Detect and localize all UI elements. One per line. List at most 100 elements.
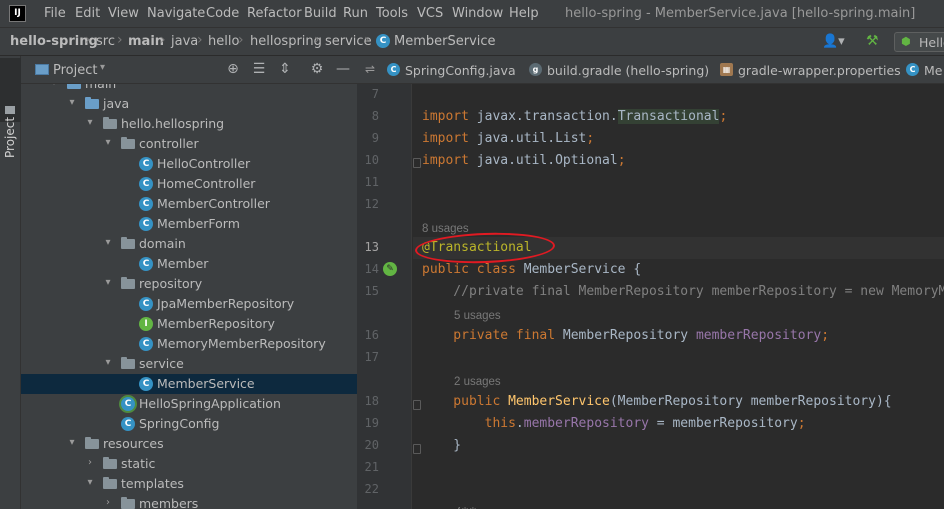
breadcrumb-src[interactable]: src bbox=[96, 34, 115, 49]
tree-item-label: service bbox=[139, 356, 184, 371]
code-line: import javax.transaction.Transactional; bbox=[422, 109, 727, 124]
menu-vcs[interactable]: VCS bbox=[417, 6, 443, 21]
tree-item-java[interactable]: ▾ java bbox=[21, 94, 357, 114]
tree-item-memberrepository[interactable]: I MemberRepository bbox=[21, 314, 357, 334]
chevron-down-icon[interactable]: ▾ bbox=[100, 62, 105, 73]
line-number[interactable]: 9 bbox=[357, 131, 379, 145]
tree-item-domain[interactable]: ▾ domain bbox=[21, 234, 357, 254]
tree-item-repository[interactable]: ▾ repository bbox=[21, 274, 357, 294]
spring-app-icon: ⬢ bbox=[901, 35, 911, 48]
menu-tools[interactable]: Tools bbox=[376, 6, 408, 21]
line-number[interactable]: 12 bbox=[357, 197, 379, 211]
project-view-title[interactable]: Project bbox=[53, 63, 97, 78]
tree-item-service[interactable]: ▾ service bbox=[21, 354, 357, 374]
code-line: public class MemberService { bbox=[422, 262, 641, 277]
line-number[interactable]: 17 bbox=[357, 350, 379, 364]
tree-item-hello-hellospring[interactable]: ▾ hello.hellospring bbox=[21, 114, 357, 134]
breadcrumb-memberservice[interactable]: MemberService bbox=[394, 34, 496, 49]
chevron-down-icon[interactable]: ▾ bbox=[103, 357, 113, 368]
line-number[interactable]: 10 bbox=[357, 153, 379, 167]
line-number[interactable]: 13 bbox=[357, 240, 379, 254]
line-number[interactable]: 14 bbox=[357, 262, 379, 276]
run-config-selector[interactable]: ⬢ Hello bbox=[894, 32, 944, 52]
line-number[interactable]: 20 bbox=[357, 438, 379, 452]
line-number[interactable]: 22 bbox=[357, 482, 379, 496]
menu-window[interactable]: Window bbox=[452, 6, 503, 21]
fold-marker-icon[interactable] bbox=[413, 400, 421, 410]
spring-bean-gutter-icon[interactable]: ✎ bbox=[383, 262, 397, 276]
breadcrumb-hellospring[interactable]: hellospring bbox=[250, 34, 322, 49]
code-line: public MemberService(MemberRepository me… bbox=[422, 394, 891, 409]
run-config-label: Hello bbox=[919, 35, 944, 50]
menu-run[interactable]: Run bbox=[343, 6, 368, 21]
line-number[interactable]: 11 bbox=[357, 175, 379, 189]
fold-marker-icon[interactable] bbox=[413, 158, 421, 168]
line-number[interactable]: 18 bbox=[357, 394, 379, 408]
tree-item-hellospringapplication[interactable]: C HelloSpringApplication bbox=[21, 394, 357, 414]
editor-tab[interactable]: ▦ gradle-wrapper.properties bbox=[720, 56, 906, 84]
collapse-all-icon[interactable]: ☰ bbox=[251, 61, 267, 77]
tree-item-springconfig[interactable]: C SpringConfig bbox=[21, 414, 357, 434]
gear-icon[interactable]: ⚙ bbox=[309, 61, 325, 77]
line-number[interactable]: 7 bbox=[357, 87, 379, 101]
menu-navigate[interactable]: Navigate bbox=[147, 6, 205, 21]
build-hammer-icon[interactable]: ⚒ bbox=[866, 33, 879, 49]
tree-item-member[interactable]: C Member bbox=[21, 254, 357, 274]
minimize-icon[interactable]: — bbox=[335, 61, 351, 77]
tree-item-controller[interactable]: ▾ controller bbox=[21, 134, 357, 154]
usages-hint[interactable]: 5 usages bbox=[454, 310, 501, 322]
locate-target-icon[interactable]: ⊕ bbox=[225, 61, 241, 77]
chevron-down-icon[interactable]: ▾ bbox=[49, 84, 59, 88]
editor-tab[interactable]: g build.gradle (hello-spring) bbox=[529, 56, 720, 84]
line-number[interactable]: 19 bbox=[357, 416, 379, 430]
tree-item-label: HomeController bbox=[157, 176, 256, 191]
menu-edit[interactable]: Edit bbox=[75, 6, 100, 21]
tree-item-templates[interactable]: ▾ templates bbox=[21, 474, 357, 494]
chevron-down-icon[interactable]: ▾ bbox=[85, 117, 95, 128]
chevron-down-icon[interactable]: ▾ bbox=[85, 477, 95, 488]
chevron-right-icon[interactable]: › bbox=[85, 457, 95, 468]
tree-item-memberservice[interactable]: C MemberService bbox=[21, 374, 357, 394]
tree-item-membercontroller[interactable]: C MemberController bbox=[21, 194, 357, 214]
code-editor[interactable]: 7 8 9 10 11 12 13 14 15 16 17 18 19 20 21 22 import jav… bbox=[357, 84, 944, 509]
editor-tab[interactable]: C SpringConfig.java bbox=[387, 56, 529, 84]
expand-all-icon[interactable]: ⇕ bbox=[277, 61, 293, 77]
fold-marker-icon[interactable] bbox=[413, 444, 421, 454]
editor-tab-label: build.gradle (hello-spring) bbox=[547, 63, 710, 78]
menu-help[interactable]: Help bbox=[509, 6, 539, 21]
user-icon[interactable]: 👤▾ bbox=[822, 34, 845, 49]
chevron-down-icon[interactable]: ▾ bbox=[103, 137, 113, 148]
code-token: private final bbox=[422, 328, 563, 343]
usages-hint[interactable]: 8 usages bbox=[422, 223, 469, 235]
menu-refactor[interactable]: Refactor bbox=[247, 6, 302, 21]
tree-item-jpamemberrepository[interactable]: C JpaMemberRepository bbox=[21, 294, 357, 314]
breadcrumb-java[interactable]: java bbox=[171, 34, 198, 49]
breadcrumb-main[interactable]: main bbox=[128, 34, 164, 49]
breadcrumb-hello[interactable]: hello bbox=[208, 34, 239, 49]
line-number[interactable]: 15 bbox=[357, 284, 379, 298]
tree-item-hellocontroller[interactable]: C HelloController bbox=[21, 154, 357, 174]
tree-item-memberform[interactable]: C MemberForm bbox=[21, 214, 357, 234]
menu-view[interactable]: View bbox=[108, 6, 139, 21]
chevron-down-icon[interactable]: ▾ bbox=[103, 237, 113, 248]
tree-item-memorymemberrepository[interactable]: C MemoryMemberRepository bbox=[21, 334, 357, 354]
project-tool-window-tab[interactable]: Project bbox=[0, 58, 21, 158]
usages-hint[interactable]: 2 usages bbox=[454, 376, 501, 388]
tree-item-static[interactable]: › static bbox=[21, 454, 357, 474]
tree-item-resources[interactable]: ▾ resources bbox=[21, 434, 357, 454]
line-number[interactable]: 21 bbox=[357, 460, 379, 474]
tree-item-main[interactable]: ▾ main bbox=[21, 84, 357, 94]
menu-file[interactable]: File bbox=[44, 6, 66, 21]
chevron-right-icon[interactable]: › bbox=[103, 497, 113, 508]
chevron-down-icon[interactable]: ▾ bbox=[67, 437, 77, 448]
chevron-down-icon[interactable]: ▾ bbox=[103, 277, 113, 288]
line-number[interactable]: 16 bbox=[357, 328, 379, 342]
tree-item-members[interactable]: › members bbox=[21, 494, 357, 509]
line-number[interactable]: 8 bbox=[357, 109, 379, 123]
menu-build[interactable]: Build bbox=[304, 6, 337, 21]
tab-scroll-icon[interactable]: ⇌ bbox=[365, 62, 375, 76]
menu-code[interactable]: Code bbox=[206, 6, 239, 21]
chevron-down-icon[interactable]: ▾ bbox=[67, 97, 77, 108]
editor-tab[interactable]: C Me bbox=[906, 56, 944, 84]
tree-item-homecontroller[interactable]: C HomeController bbox=[21, 174, 357, 194]
